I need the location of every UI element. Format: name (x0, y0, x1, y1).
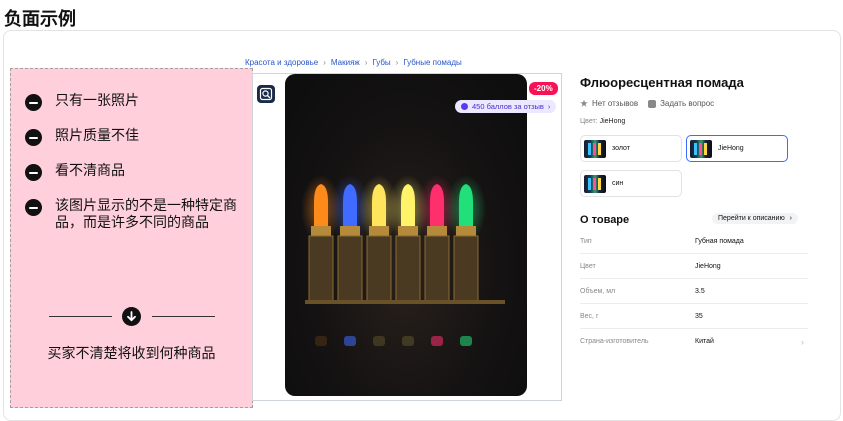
spec-key: Объем, мл (580, 287, 616, 295)
chevron-right-icon: › (395, 58, 399, 67)
review-points-text: 450 баллов за отзыв (472, 102, 544, 111)
star-icon (580, 99, 588, 107)
conclusion-text: 买家不清楚将收到何种商品 (47, 346, 216, 362)
display-stand (305, 300, 505, 304)
lipstick-illustration (301, 175, 505, 346)
swatch-thumbnail (690, 139, 712, 158)
product-photo[interactable] (285, 74, 527, 396)
about-heading: О товаре (580, 214, 630, 226)
annotation-panel: 只有一张照片 照片质量不佳 看不清商品 该图片显示的不是一种特定商品，而是许多不… (10, 68, 253, 408)
go-to-description-button[interactable]: Перейти к описанию › (712, 213, 798, 224)
chevron-right-icon: › (801, 336, 804, 347)
spec-row: Цвет JieHong (580, 254, 808, 279)
chevron-right-icon: › (547, 102, 551, 111)
chat-icon (648, 99, 657, 108)
go-to-description-label: Перейти к описанию (718, 215, 785, 222)
visual-search-icon[interactable] (257, 85, 275, 103)
spec-key: Цвет (580, 262, 596, 270)
review-points-badge[interactable]: 450 баллов за отзыв › (455, 100, 557, 113)
spec-value: JieHong (695, 262, 721, 270)
divider-line (152, 316, 215, 317)
spec-row: Вес, г 35 (580, 304, 808, 329)
issue-item: 照片质量不佳 (25, 128, 242, 146)
reviews-link[interactable]: Нет отзывов (592, 99, 638, 108)
spec-value: 35 (695, 312, 703, 320)
issue-item: 看不清商品 (25, 163, 242, 181)
page-title: 负面示例 (4, 9, 76, 30)
swatch-label: JieHong (718, 145, 744, 152)
breadcrumb-link[interactable]: Красота и здоровье (245, 58, 318, 67)
spec-value: Губная помада (695, 237, 744, 245)
issue-text: 照片质量不佳 (55, 128, 139, 144)
ask-question-link[interactable]: Задать вопрос (660, 99, 714, 108)
color-option[interactable]: син (580, 170, 682, 197)
issue-item: 只有一张照片 (25, 93, 242, 111)
color-label: Цвет: (580, 118, 598, 125)
lipstick (446, 175, 486, 346)
issue-text: 只有一张照片 (55, 93, 139, 109)
minus-circle-icon (25, 199, 42, 216)
color-option-selected[interactable]: JieHong (686, 135, 788, 162)
swatch-label: золот (612, 145, 630, 152)
arrow-down-circle-icon (122, 307, 141, 326)
chevron-right-icon: › (323, 58, 326, 67)
chevron-right-icon: › (364, 58, 368, 67)
spec-row: Объем, мл 3.5 (580, 279, 808, 304)
breadcrumb: Красота и здоровье › Макияж › Губы › Губ… (245, 58, 462, 67)
minus-circle-icon (25, 164, 42, 181)
selected-color: Цвет: JieHong (580, 118, 625, 125)
breadcrumb-link[interactable]: Губы (372, 58, 390, 67)
color-option[interactable]: золот (580, 135, 682, 162)
breadcrumb-link[interactable]: Макияж (331, 58, 360, 67)
chevron-right-icon: › (789, 215, 792, 222)
swatch-thumbnail (584, 139, 606, 158)
spec-key: Страна-изготовитель (580, 338, 649, 345)
product-meta: Нет отзывов Задать вопрос (580, 99, 714, 108)
product-title: Флюоресцентная помада (580, 75, 744, 90)
swatch-label: син (612, 180, 624, 187)
spec-row: Тип Губная помада (580, 229, 808, 254)
swatch-thumbnail (584, 174, 606, 193)
discount-badge: -20% (529, 82, 558, 95)
spec-value: Китай (695, 338, 714, 345)
coin-icon (461, 103, 468, 110)
issue-text: 该图片显示的不是一种特定商品，而是许多不同的商品 (55, 198, 237, 231)
issue-text: 看不清商品 (55, 163, 125, 179)
color-value: JieHong (599, 118, 626, 125)
minus-circle-icon (25, 129, 42, 146)
spec-key: Тип (580, 237, 592, 245)
divider-line (49, 316, 112, 317)
spec-row[interactable]: Страна-изготовитель Китай › (580, 329, 808, 354)
issue-list: 只有一张照片 照片质量不佳 看不清商品 该图片显示的不是一种特定商品，而是许多不… (25, 93, 242, 249)
breadcrumb-link[interactable]: Губные помады (403, 58, 461, 67)
spec-value: 3.5 (695, 287, 705, 295)
issue-item: 该图片显示的不是一种特定商品，而是许多不同的商品 (25, 198, 242, 232)
minus-circle-icon (25, 94, 42, 111)
divider (49, 307, 215, 326)
spec-key: Вес, г (580, 312, 599, 320)
